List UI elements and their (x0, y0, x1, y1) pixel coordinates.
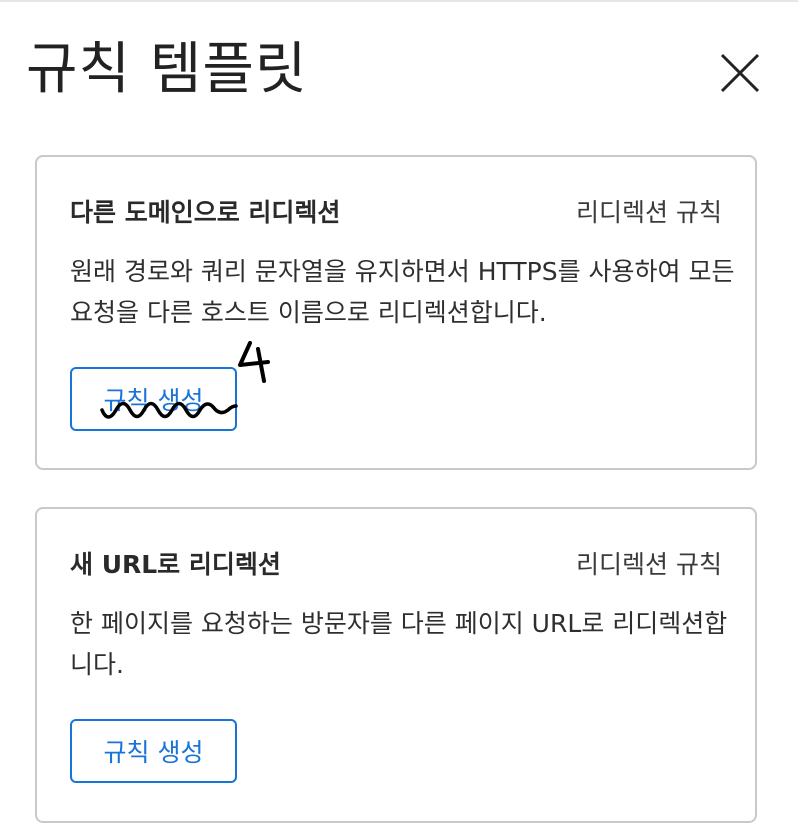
close-icon (720, 53, 760, 93)
top-divider (0, 0, 798, 2)
template-card-type: 리디렉션 규칙 (576, 198, 722, 227)
panel-title: 규칙 템플릿 (26, 37, 308, 102)
template-card-description: 한 페이지를 요청하는 방문자를 다른 페이지 URL로 리디렉션합니다. (70, 609, 728, 679)
template-card-redirect-url: 새 URL로 리디렉션 리디렉션 규칙 한 페이지를 요청하는 방문자를 다른 … (35, 507, 757, 823)
template-card-type: 리디렉션 규칙 (576, 550, 722, 579)
template-card-description: 원래 경로와 쿼리 문자열을 유지하면서 HTTPS를 사용하여 모든 요청을 … (70, 257, 735, 327)
template-card-redirect-domain: 다른 도메인으로 리디렉션 리디렉션 규칙 원래 경로와 쿼리 문자열을 유지하… (35, 155, 757, 470)
template-card-title: 새 URL로 리디렉션 (70, 550, 281, 579)
create-rule-button[interactable]: 규칙 생성 (70, 719, 237, 783)
create-rule-button[interactable]: 규칙 생성 (70, 367, 237, 431)
template-card-title: 다른 도메인으로 리디렉션 (70, 198, 341, 227)
close-button[interactable] (716, 50, 764, 96)
